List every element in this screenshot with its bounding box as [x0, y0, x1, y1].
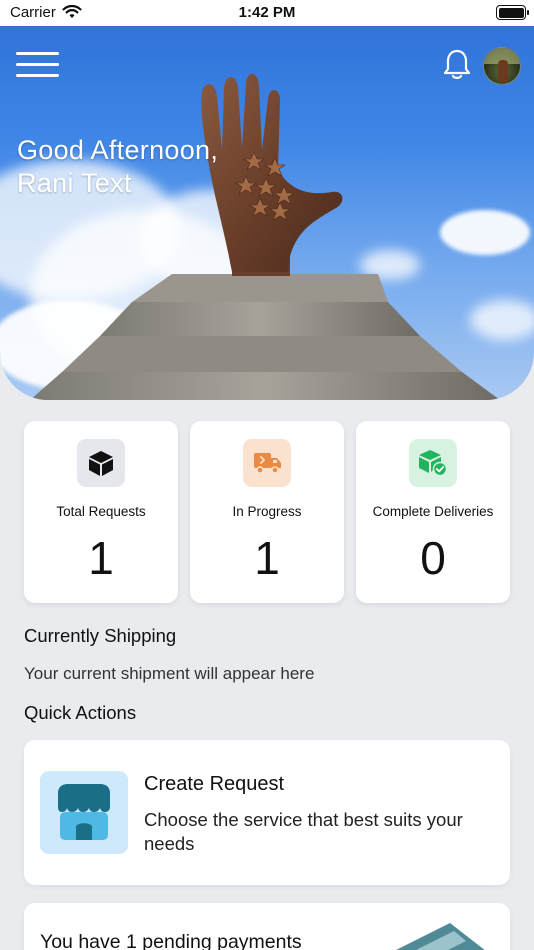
storefront-icon	[40, 771, 128, 854]
user-name: Rani Text	[17, 168, 132, 198]
stat-complete-deliveries[interactable]: Complete Deliveries 0	[356, 421, 510, 603]
menu-button[interactable]	[16, 52, 59, 78]
quick-actions-title: Quick Actions	[24, 702, 137, 723]
stat-total-requests[interactable]: Total Requests 1	[24, 421, 178, 603]
currently-shipping-empty: Your current shipment will appear here	[24, 664, 315, 683]
package-check-icon	[409, 439, 457, 487]
stats-row: Total Requests 1 In Progress 1 Complete …	[24, 421, 510, 603]
stat-in-progress[interactable]: In Progress 1	[190, 421, 344, 603]
create-request-title: Create Request	[144, 773, 285, 795]
notification-bell-icon[interactable]	[443, 48, 471, 80]
create-request-description: Choose the service that best suits your …	[144, 809, 463, 854]
status-time: 1:42 PM	[238, 4, 296, 21]
avatar[interactable]	[483, 47, 521, 85]
pending-payments-card[interactable]: You have 1 pending payments	[24, 903, 510, 950]
hero-banner: Good Afternoon, Rani Text	[0, 0, 534, 400]
create-request-card[interactable]: Create Request Choose the service that b…	[24, 740, 510, 885]
stat-value: 1	[254, 532, 280, 584]
card-icon	[396, 923, 485, 950]
pending-payments-text: You have 1 pending payments	[40, 931, 302, 950]
stat-value: 0	[420, 532, 446, 584]
stat-value: 1	[88, 532, 114, 584]
greeting: Good Afternoon, Rani Text	[17, 134, 218, 200]
package-icon	[77, 439, 125, 487]
stat-label: In Progress	[232, 504, 302, 519]
currently-shipping-title: Currently Shipping	[24, 625, 177, 646]
truck-icon	[243, 439, 291, 487]
battery-icon	[496, 5, 529, 20]
status-bar: Carrier 1:42 PM	[0, 0, 534, 26]
stat-label: Complete Deliveries	[372, 504, 494, 519]
stat-label: Total Requests	[56, 504, 146, 519]
greeting-line1: Good Afternoon,	[17, 135, 219, 165]
